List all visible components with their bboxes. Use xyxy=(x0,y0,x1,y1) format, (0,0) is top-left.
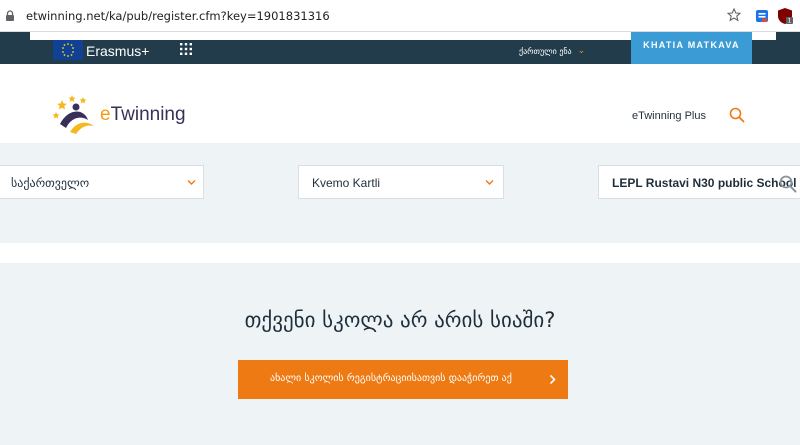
language-selector[interactable]: ქართული ენა ⌄ xyxy=(519,46,585,56)
logo-rest: Twinning xyxy=(110,104,186,125)
school-search-input[interactable]: LEPL Rustavi N30 public School xyxy=(598,165,800,199)
region-select-value: Kvemo Kartli xyxy=(312,176,381,190)
chevron-down-icon xyxy=(485,180,494,185)
user-name: KHATIA MATKAVA xyxy=(643,40,740,50)
bookmark-star-icon[interactable] xyxy=(727,8,741,22)
site-header: eTwinning eTwinning Plus xyxy=(0,64,800,143)
register-new-school-section: თქვენი სკოლა არ არის სიაში? ახალი სკოლის… xyxy=(0,263,800,445)
logo-e-letter: e xyxy=(100,104,111,125)
search-icon[interactable] xyxy=(779,175,797,193)
svg-text:1: 1 xyxy=(788,18,792,25)
chevron-right-icon xyxy=(549,374,556,385)
country-select[interactable]: საქართველო xyxy=(0,165,204,199)
search-icon[interactable] xyxy=(729,107,745,123)
eu-flag-icon xyxy=(53,40,83,60)
register-button-label: ახალი სკოლის რეგისტრაციისათვის დააჭირეთ … xyxy=(270,373,512,384)
school-search-value: LEPL Rustavi N30 public School xyxy=(612,176,797,190)
etwinning-logo-icon[interactable] xyxy=(50,94,105,136)
nav-etwinning-plus[interactable]: eTwinning Plus xyxy=(632,110,706,122)
register-new-school-button[interactable]: ახალი სკოლის რეგისტრაციისათვის დააჭირეთ … xyxy=(238,360,568,399)
not-listed-heading: თქვენი სკოლა არ არის სიაში? xyxy=(244,308,556,332)
etwinning-logo-text[interactable]: eTwinning xyxy=(100,104,186,126)
browser-address-bar[interactable]: etwinning.net/ka/pub/register.cfm?key=19… xyxy=(0,0,800,32)
chevron-down-icon xyxy=(187,180,196,185)
ublock-icon[interactable]: 1 xyxy=(776,7,794,25)
grid-icon[interactable] xyxy=(180,43,192,55)
lock-icon[interactable] xyxy=(4,10,16,22)
extension-icon[interactable] xyxy=(754,8,770,24)
section-divider xyxy=(0,243,800,263)
url-text[interactable]: etwinning.net/ka/pub/register.cfm?key=19… xyxy=(26,9,330,23)
region-select[interactable]: Kvemo Kartli xyxy=(298,165,504,199)
language-label: ქართული ენა xyxy=(519,46,572,56)
country-select-value: საქართველო xyxy=(11,176,90,190)
user-account-button[interactable]: KHATIA MATKAVA xyxy=(631,32,752,64)
erasmus-plus-label[interactable]: Erasmus+ xyxy=(86,43,149,59)
chevron-down-icon: ⌄ xyxy=(577,46,586,56)
